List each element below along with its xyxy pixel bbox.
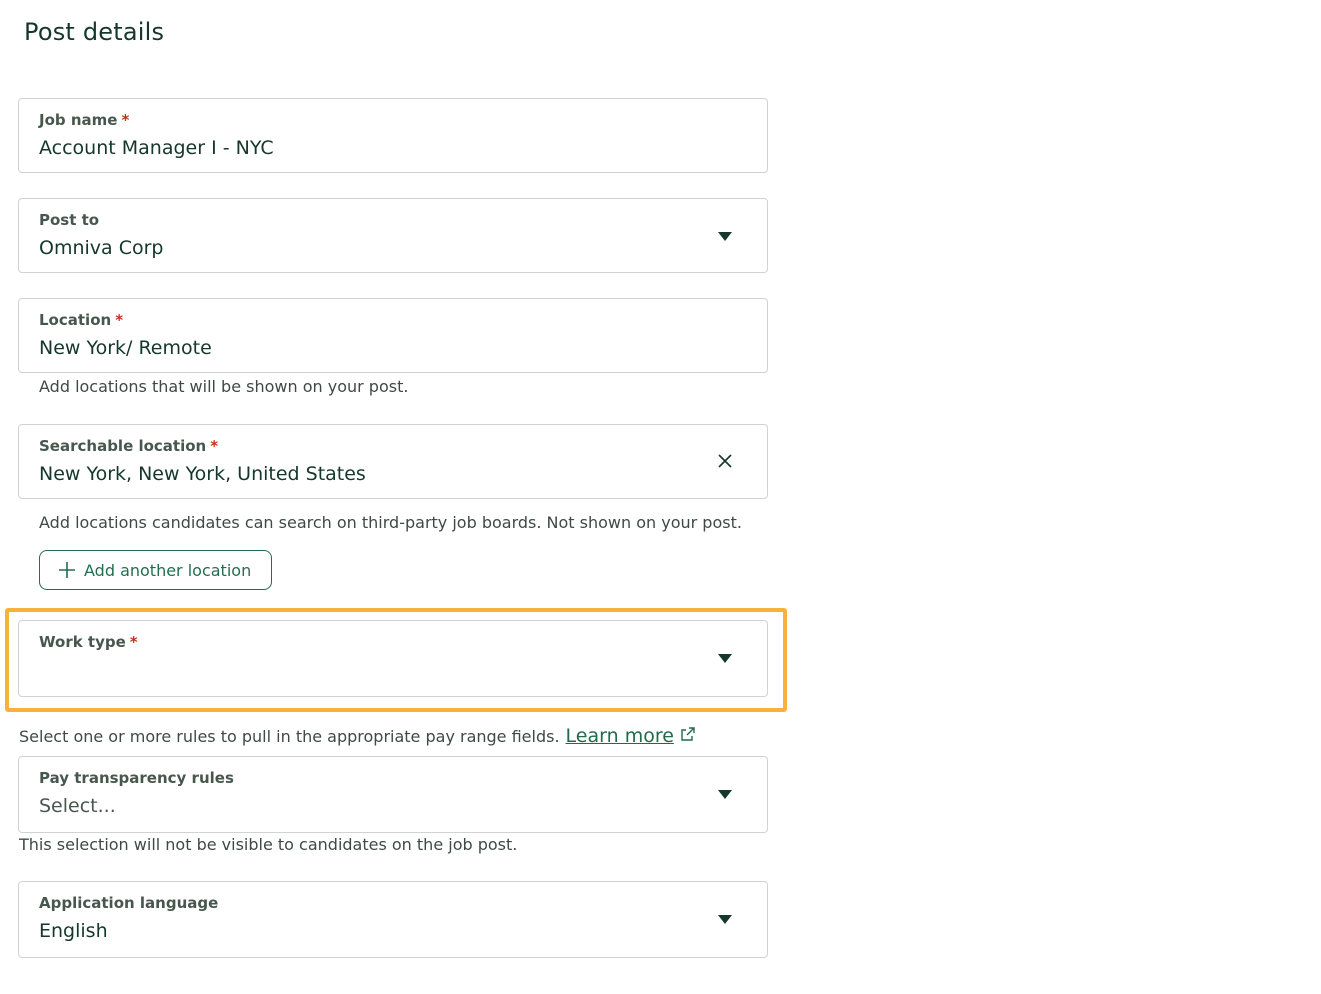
plus-icon <box>59 562 75 578</box>
post-to-label: Post to <box>39 211 100 229</box>
pay-transparency-label: Pay transparency rules <box>39 769 234 787</box>
page-title: Post details <box>24 18 165 46</box>
close-icon[interactable] <box>717 453 733 469</box>
searchable-location-field[interactable]: Searchable location * New York, New York,… <box>18 424 768 499</box>
location-help-text: Add locations that will be shown on your… <box>39 377 409 396</box>
searchable-location-input[interactable]: New York, New York, United States <box>39 463 366 485</box>
searchable-location-label: Searchable location * <box>39 437 219 455</box>
required-marker: * <box>121 111 130 129</box>
caret-down-icon[interactable] <box>718 790 732 799</box>
caret-down-icon[interactable] <box>718 915 732 924</box>
pay-transparency-intro: Select one or more rules to pull in the … <box>19 725 696 747</box>
location-input[interactable]: New York/ Remote <box>39 337 212 359</box>
caret-down-icon[interactable] <box>718 232 732 241</box>
pay-transparency-help-text: This selection will not be visible to ca… <box>19 835 518 854</box>
learn-more-link[interactable]: Learn more <box>566 725 674 747</box>
location-field[interactable]: Location * New York/ Remote <box>18 298 768 373</box>
required-marker: * <box>129 633 138 651</box>
searchable-location-help-text: Add locations candidates can search on t… <box>39 513 742 532</box>
job-name-field[interactable]: Job name * Account Manager I - NYC <box>18 98 768 173</box>
pay-transparency-select[interactable]: Pay transparency rules Select... <box>18 756 768 833</box>
location-label: Location * <box>39 311 124 329</box>
pay-transparency-placeholder: Select... <box>39 795 116 817</box>
work-type-label: Work type * <box>39 633 138 651</box>
application-language-value: English <box>39 920 108 942</box>
application-language-label: Application language <box>39 894 219 912</box>
caret-down-icon[interactable] <box>718 654 732 663</box>
work-type-select[interactable]: Work type * <box>18 620 768 697</box>
add-another-location-button[interactable]: Add another location <box>39 550 272 590</box>
application-language-select[interactable]: Application language English <box>18 881 768 958</box>
post-to-value: Omniva Corp <box>39 237 164 259</box>
job-name-input[interactable]: Account Manager I - NYC <box>39 137 274 159</box>
job-name-label: Job name * <box>39 111 130 129</box>
add-another-location-label: Add another location <box>84 560 252 580</box>
external-link-icon[interactable] <box>680 726 696 742</box>
post-to-select[interactable]: Post to Omniva Corp <box>18 198 768 273</box>
required-marker: * <box>115 311 124 329</box>
required-marker: * <box>210 437 219 455</box>
